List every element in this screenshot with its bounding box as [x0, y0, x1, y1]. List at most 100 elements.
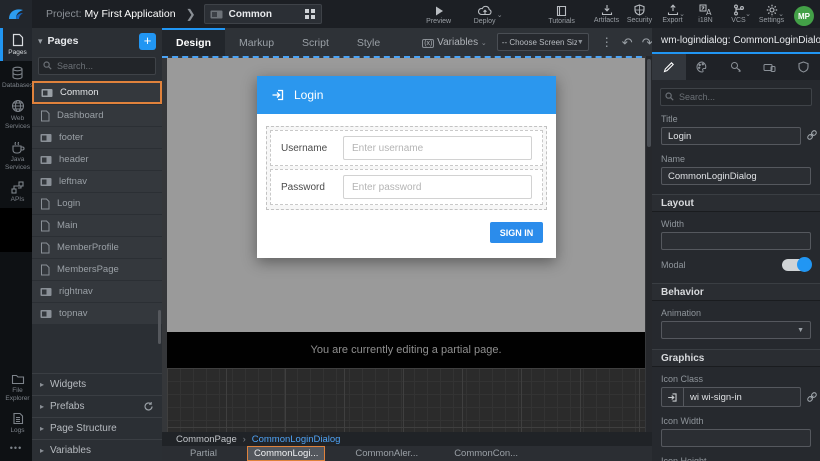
- tutorials-button[interactable]: Tutorials: [540, 3, 584, 25]
- canvas-scrollbar-thumb[interactable]: [647, 59, 651, 147]
- sign-in-button[interactable]: SIGN IN: [490, 222, 543, 243]
- section-graphics-header[interactable]: Graphics: [652, 349, 820, 367]
- left-rail: Pages Databases Web Services Java Servic…: [0, 28, 32, 461]
- artifacts-button[interactable]: Artifacts: [590, 2, 623, 24]
- icon-class-input[interactable]: [684, 392, 800, 403]
- modal-toggle[interactable]: [782, 259, 811, 271]
- pages-search-input[interactable]: [38, 57, 156, 75]
- rail-item-logs[interactable]: Logs: [0, 407, 32, 439]
- rail-bottom: File Explorer Logs •••: [0, 368, 32, 457]
- rail-more-button[interactable]: •••: [0, 439, 32, 457]
- tab-events[interactable]: [719, 54, 753, 80]
- preview-button[interactable]: Preview: [417, 3, 461, 25]
- icon-width-input[interactable]: [661, 429, 811, 447]
- top-bar: Project: My First Application ❯ Common P…: [0, 0, 820, 28]
- caret-down-icon: ▾: [38, 36, 43, 47]
- page-item-topnav[interactable]: topnav: [32, 303, 162, 324]
- export-button[interactable]: ⌄ Export: [656, 2, 689, 24]
- refresh-icon[interactable]: [143, 401, 154, 412]
- password-input[interactable]: [343, 175, 532, 199]
- rail-item-web-services[interactable]: Web Services: [0, 94, 32, 135]
- download-icon: [601, 4, 613, 16]
- deploy-button[interactable]: ⌄ Deploy: [463, 3, 507, 25]
- tab-properties[interactable]: [652, 54, 686, 80]
- page-item-dashboard[interactable]: Dashboard: [32, 105, 162, 126]
- breadcrumb-commonpage[interactable]: CommonPage: [176, 434, 237, 445]
- vcs-button[interactable]: ⌄ VCS: [722, 2, 755, 24]
- rail-item-databases[interactable]: Databases: [0, 61, 32, 94]
- tab-style[interactable]: Style: [343, 28, 394, 56]
- page-item-memberprofile[interactable]: MemberProfile: [32, 237, 162, 258]
- dialog-header[interactable]: Login: [257, 76, 556, 114]
- i18n-button[interactable]: A i18N: [689, 2, 722, 24]
- kebab-menu-icon[interactable]: ⋮: [601, 36, 613, 48]
- caret-down-icon: ⌄: [481, 40, 487, 47]
- section-layout-header[interactable]: Layout: [652, 194, 820, 212]
- rail-item-file-explorer[interactable]: File Explorer: [0, 368, 32, 407]
- login-dialog-widget[interactable]: Login Username Password SIGN IN: [257, 76, 556, 258]
- tab-devices[interactable]: [753, 54, 787, 80]
- page-item-footer[interactable]: footer: [32, 127, 162, 148]
- section-behavior-header[interactable]: Behavior: [652, 283, 820, 301]
- page-item-common[interactable]: Common: [32, 81, 162, 104]
- topbar-right-actions: Artifacts Security ⌄ Export A i18N: [590, 2, 820, 26]
- section-widgets[interactable]: ▸ Widgets: [32, 373, 162, 395]
- width-field-input[interactable]: [661, 232, 811, 250]
- add-page-button[interactable]: +: [139, 33, 156, 50]
- tab-commonlogindialog[interactable]: CommonLogi...: [247, 446, 325, 461]
- section-variables[interactable]: ▸ Variables: [32, 439, 162, 461]
- tab-commonalertdialog[interactable]: CommonAler...: [349, 447, 424, 460]
- topbar-actions: Preview ⌄ Deploy Tutorials: [417, 3, 584, 25]
- design-canvas[interactable]: Login Username Password SIGN IN: [162, 56, 652, 432]
- screen-size-select[interactable]: -- Choose Screen Size -- ▼: [497, 33, 589, 51]
- tab-security[interactable]: [786, 54, 820, 80]
- user-avatar[interactable]: MP: [794, 6, 814, 26]
- partial-icon: [40, 287, 52, 297]
- page-item-memberspage[interactable]: MembersPage: [32, 259, 162, 280]
- redo-icon[interactable]: ↷: [642, 36, 653, 49]
- page-selector-dropdown[interactable]: Common: [204, 4, 322, 24]
- dialog-form-dropzone[interactable]: Username Password: [266, 126, 547, 210]
- bind-link-icon[interactable]: [806, 129, 818, 141]
- name-field-input[interactable]: [661, 167, 811, 185]
- tab-markup[interactable]: Markup: [225, 28, 288, 56]
- tab-commonconfirmdialog[interactable]: CommonCon...: [448, 447, 524, 460]
- pencil-icon: [663, 61, 675, 73]
- rail-item-java-services[interactable]: Java Services: [0, 136, 32, 176]
- pages-panel-header[interactable]: ▾ Pages +: [32, 28, 162, 54]
- title-field-input[interactable]: [661, 127, 801, 145]
- password-form-row[interactable]: Password: [270, 169, 543, 205]
- partial-icon: [40, 155, 52, 165]
- rail-item-apis[interactable]: APIs: [0, 176, 32, 208]
- settings-button[interactable]: ⌄ Settings: [755, 2, 788, 24]
- page-item-login[interactable]: Login: [32, 193, 162, 214]
- page-icon: [40, 242, 50, 254]
- section-prefabs[interactable]: ▸ Prefabs: [32, 395, 162, 417]
- security-button[interactable]: Security: [623, 2, 656, 24]
- tab-script[interactable]: Script: [288, 28, 343, 56]
- section-page-structure[interactable]: ▸ Page Structure: [32, 417, 162, 439]
- tab-design[interactable]: Design: [162, 28, 225, 56]
- password-label: Password: [281, 182, 343, 193]
- undo-icon[interactable]: ↶: [622, 36, 633, 49]
- page-item-main[interactable]: Main: [32, 215, 162, 236]
- page-item-leftnav[interactable]: leftnav: [32, 171, 162, 192]
- caret-down-icon: ⌄: [745, 10, 751, 18]
- canvas-page-background[interactable]: Login Username Password SIGN IN: [167, 58, 645, 332]
- username-input[interactable]: [343, 136, 532, 160]
- page-item-rightnav[interactable]: rightnav: [32, 281, 162, 302]
- username-form-row[interactable]: Username: [270, 130, 543, 166]
- rail-item-pages[interactable]: Pages: [0, 28, 32, 61]
- properties-search-input[interactable]: [660, 88, 812, 106]
- variables-button[interactable]: (x) Variables ⌄: [422, 37, 487, 48]
- animation-select[interactable]: ▼: [661, 321, 811, 339]
- tab-styles[interactable]: [686, 54, 720, 80]
- page-icon: [40, 220, 50, 232]
- bind-link-icon[interactable]: [806, 391, 818, 403]
- pages-panel-scrollbar[interactable]: [158, 310, 161, 344]
- properties-tabs: [652, 54, 820, 80]
- page-item-header[interactable]: header: [32, 149, 162, 170]
- app-logo[interactable]: [0, 0, 32, 28]
- tab-partial[interactable]: Partial: [184, 447, 223, 460]
- breadcrumb-commonlogindialog[interactable]: CommonLoginDialog: [252, 434, 341, 445]
